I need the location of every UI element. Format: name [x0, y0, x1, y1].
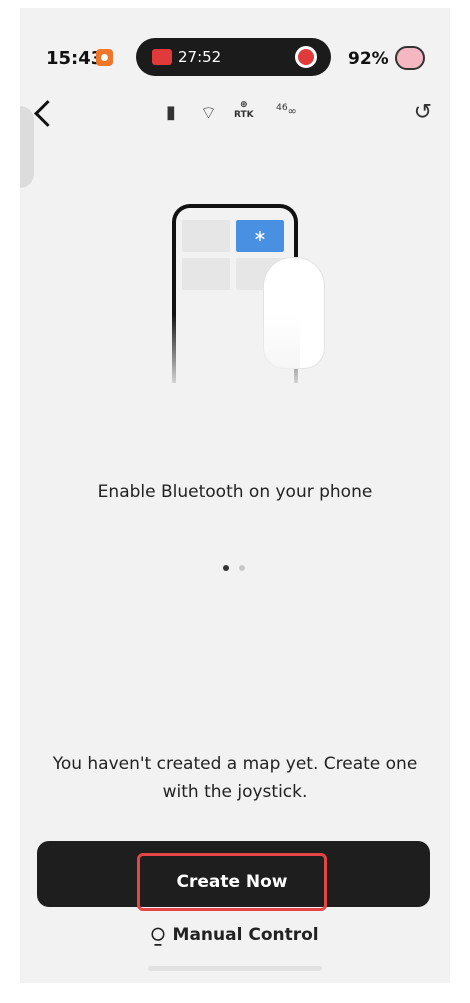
instruction-text: Enable Bluetooth on your phone	[97, 482, 373, 502]
status-bar: 15:43 27:52 92%	[20, 8, 450, 88]
app-notification-icon	[96, 49, 113, 66]
top-toolbar: ▮ ⌔ ⊕ RTK 46∞ ↺	[20, 100, 450, 146]
rtk-icon: ⊕ RTK	[234, 100, 254, 120]
quick-setting-tile	[182, 258, 230, 290]
back-icon[interactable]	[34, 100, 61, 127]
create-now-label[interactable]: Create Now	[137, 853, 327, 911]
video-camera-icon	[152, 49, 172, 65]
page-indicator	[223, 556, 250, 575]
bluetooth-icon: ∗	[253, 226, 267, 245]
clock: 15:43	[46, 48, 104, 69]
manual-control-button[interactable]: ⍜ Manual Control	[20, 923, 450, 948]
recording-timer: 27:52	[178, 48, 222, 66]
manual-control-label: Manual Control	[172, 925, 319, 945]
avatar-icon	[395, 46, 425, 70]
page-dot	[239, 565, 246, 571]
refresh-icon[interactable]: ↺	[414, 100, 432, 125]
record-stop-icon[interactable]	[295, 46, 317, 68]
gamepad-icon: ⍜	[151, 923, 165, 948]
battery-percentage: 92%	[348, 49, 389, 69]
cellular-link-icon: 46∞	[276, 102, 297, 118]
screen-recording-pill[interactable]: 27:52	[136, 38, 331, 76]
illustration-fade	[166, 314, 300, 394]
app-screen: 15:43 27:52 92% ▮ ⌔ ⊕ RTK 46∞ ↺ ∗ Enable …	[20, 8, 450, 983]
page-dot-active	[223, 565, 229, 571]
home-indicator[interactable]	[148, 966, 322, 971]
bluetooth-illustration: ∗	[166, 204, 324, 394]
battery-icon: ▮	[166, 102, 176, 123]
empty-map-text: You haven't created a map yet. Create on…	[52, 754, 418, 802]
quick-setting-tile	[182, 220, 230, 252]
wifi-icon: ⌔	[200, 103, 217, 124]
bluetooth-tile: ∗	[236, 220, 284, 252]
